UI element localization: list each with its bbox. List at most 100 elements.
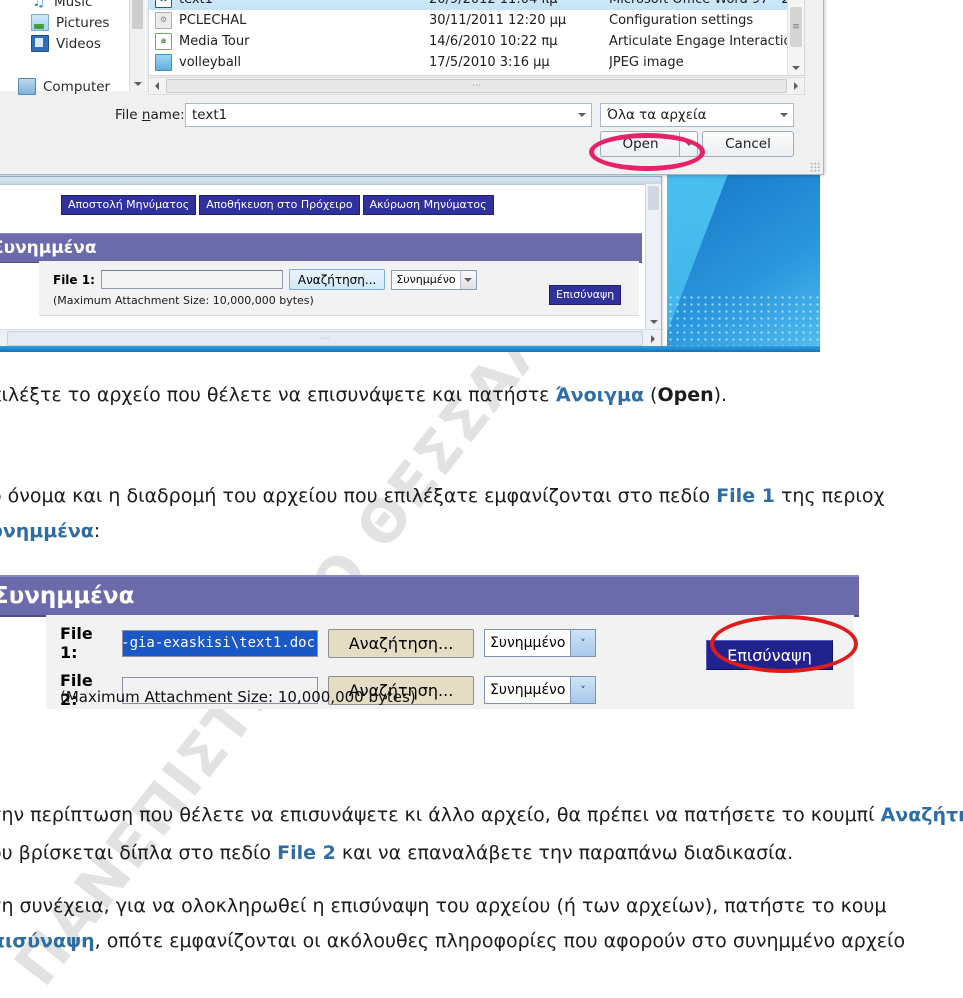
paragraph-1: πιλέξτε το αρχείο που θέλετε να επισυνάψ… <box>0 382 727 410</box>
file-type-cell: JPEG image <box>609 55 684 70</box>
browser-toolbar-strip <box>0 177 661 185</box>
cancel-message-button[interactable]: Ακύρωση Μηνύματος <box>362 195 494 215</box>
paragraph-7-highlight: πισύναψη <box>0 930 95 952</box>
paragraph-5: ου βρίσκεται δίπλα στο πεδίο File 2 και … <box>0 840 793 868</box>
file-list-scroll-thumb[interactable]: ≡ <box>790 7 802 47</box>
file1-type-select[interactable]: Συνημμένο ˅ <box>484 629 596 657</box>
attachments-section-header: Συνημμένα <box>0 575 859 617</box>
picture-icon <box>31 14 49 31</box>
video-icon <box>31 35 49 52</box>
sidebar-item-label: Computer <box>43 78 111 95</box>
paragraph-7: πισύναψη, οπότε εμφανίζονται οι ακόλουθε… <box>0 928 905 956</box>
paragraph-5-text-b: και να επαναλάβετε την παραπάνω διαδικασ… <box>335 842 794 864</box>
message-action-buttons: Αποστολή Μηνύματος Αποθήκευση στο Πρόχει… <box>61 195 494 215</box>
file-date-cell: 17/5/2010 3:16 μμ <box>429 55 550 70</box>
file1-input-value: na-gia-exaskisi\text1.doc <box>122 635 315 651</box>
taskbar-strip <box>0 346 820 352</box>
paragraph-1-text-b: ( <box>644 384 658 406</box>
file-type-filter-select[interactable]: Όλα τα αρχεία <box>600 103 794 127</box>
paragraph-2-text-b: της περιοχ <box>774 485 885 507</box>
chevron-down-icon: ˅ <box>570 630 595 656</box>
file-list-vertical-scrollbar[interactable]: ≡ <box>787 0 804 75</box>
table-row[interactable]: a Media Tour 14/6/2010 10:22 πμ Articula… <box>149 31 804 52</box>
file-name-input[interactable]: text1 <box>185 103 592 127</box>
file-type-filter-value: Όλα τα αρχεία <box>607 107 707 123</box>
resize-grip-icon[interactable] <box>810 162 820 172</box>
file-name-label-pre: File <box>115 107 142 123</box>
file2-type-value: Συνημμένο <box>490 682 566 698</box>
sidebar-item-music[interactable]: Music <box>0 0 146 12</box>
file1-label: File 1: <box>60 624 93 662</box>
table-row[interactable]: volleyball 17/5/2010 3:16 μμ JPEG image <box>149 52 804 73</box>
file1-label: File 1: <box>53 272 95 287</box>
browser-vertical-scrollbar[interactable] <box>645 184 661 329</box>
sidebar-item-pictures[interactable]: Pictures <box>0 12 146 33</box>
save-draft-button[interactable]: Αποθήκευση στο Πρόχειρο <box>199 195 360 215</box>
sidebar-item-videos[interactable]: Videos <box>0 33 146 54</box>
browser-vscroll-thumb[interactable] <box>648 186 659 210</box>
browser-vscroll-down-icon[interactable] <box>646 315 661 329</box>
screenshot-open-dialog: Αποστολή Μηνύματος Αποθήκευση στο Πρόχει… <box>0 0 963 352</box>
file-list-horizontal-scrollbar[interactable]: ⋯ <box>148 77 805 95</box>
attachments-section-header: Συνημμένα <box>0 233 642 263</box>
paragraph-6: τη συνέχεια, για να ολοκληρωθεί η επισύν… <box>0 893 886 921</box>
navpane-scroll-thumb[interactable] <box>132 0 143 29</box>
chevron-down-icon: ˅ <box>570 677 595 703</box>
file-name-cell: text1 <box>179 0 429 7</box>
file-name-label-post: ame: <box>150 107 185 123</box>
browser-hscroll-left-icon[interactable] <box>0 335 5 343</box>
paragraph-6-text-a: τη συνέχεια, για να ολοκληρωθεί η επισύν… <box>0 895 887 917</box>
browser-horizontal-scrollbar[interactable]: ⋯ <box>0 329 661 347</box>
sidebar-item-computer[interactable]: Computer <box>0 76 146 97</box>
file-date-cell: 14/6/2010 10:22 πμ <box>429 34 558 49</box>
chevron-down-icon[interactable] <box>775 104 793 126</box>
paragraph-2: ο όνομα και η διαδρομή του αρχείου που ε… <box>0 483 884 511</box>
paragraph-1-text-c: ). <box>713 384 728 406</box>
navpane-scroll-down-icon[interactable] <box>130 77 145 91</box>
browser-hscroll-right-icon[interactable] <box>645 334 661 343</box>
file-list[interactable]: W text1 20/9/2012 11:04 πμ Microsoft Off… <box>148 0 805 76</box>
file1-input[interactable]: na-gia-exaskisi\text1.doc <box>122 629 318 657</box>
sidebar-item-label: Videos <box>56 35 101 52</box>
file-list-scroll-down-icon[interactable] <box>788 60 804 75</box>
navigation-pane: Music Pictures Videos Computer <box>0 0 146 95</box>
attach-button-highlight-ellipse <box>710 615 858 673</box>
file1-type-select[interactable]: Συνημμένο <box>391 269 477 290</box>
sidebar-item-label: Pictures <box>56 14 110 31</box>
articulate-file-icon: a <box>155 33 172 50</box>
max-attachment-size-note: (Maximum Attachment Size: 10,000,000 byt… <box>60 688 416 706</box>
file-type-cell: Configuration settings <box>609 13 754 28</box>
file1-browse-button[interactable]: Αναζήτηση... <box>288 269 386 290</box>
paragraph-2-highlight: File 1 <box>716 485 775 507</box>
browser-hscroll-thumb[interactable]: ⋯ <box>7 331 643 346</box>
attach-button[interactable]: Επισύναψη <box>549 285 622 305</box>
chevron-down-icon[interactable] <box>573 104 591 126</box>
jpeg-image-icon <box>155 54 172 71</box>
browser-window: Αποστολή Μηνύματος Αποθήκευση στο Πρόχει… <box>0 176 662 348</box>
file-name-cell: Media Tour <box>179 34 250 49</box>
config-file-icon: ⚙ <box>155 12 172 29</box>
open-button-highlight-ellipse <box>589 133 705 171</box>
table-row[interactable]: ⚙ PCLECHAL 30/11/2011 12:20 μμ Configura… <box>149 10 804 31</box>
hscroll-left-icon[interactable] <box>149 78 165 94</box>
file1-input[interactable] <box>100 270 283 289</box>
navigation-pane-scrollbar[interactable] <box>129 0 145 91</box>
file-name-cell: volleyball <box>179 55 242 70</box>
table-row[interactable]: W text1 20/9/2012 11:04 πμ Microsoft Off… <box>149 0 804 10</box>
paragraph-1-text-a: πιλέξτε το αρχείο που θέλετε να επισυνάψ… <box>0 384 556 406</box>
file-date-cell: 30/11/2011 12:20 μμ <box>429 13 567 28</box>
send-message-button[interactable]: Αποστολή Μηνύματος <box>61 195 197 215</box>
file1-type-value: Συνημμένο <box>396 273 456 286</box>
hscroll-right-icon[interactable] <box>788 78 804 94</box>
cancel-button[interactable]: Cancel <box>702 131 794 157</box>
paragraph-2-text-a: ο όνομα και η διαδρομή του αρχείου που ε… <box>0 485 717 507</box>
hscroll-thumb[interactable]: ⋯ <box>166 79 787 93</box>
wallpaper-dot-pattern <box>667 294 820 352</box>
file1-browse-button[interactable]: Αναζήτηση... <box>328 628 474 658</box>
paragraph-5-highlight: File 2 <box>277 842 336 864</box>
paragraph-3: υνημμένα: <box>0 518 100 546</box>
file2-type-select[interactable]: Συνημμένο ˅ <box>484 676 596 704</box>
music-note-icon <box>31 0 47 10</box>
paragraph-4-highlight: Αναζήτη <box>880 804 963 826</box>
paragraph-3-highlight: υνημμένα <box>0 520 94 542</box>
